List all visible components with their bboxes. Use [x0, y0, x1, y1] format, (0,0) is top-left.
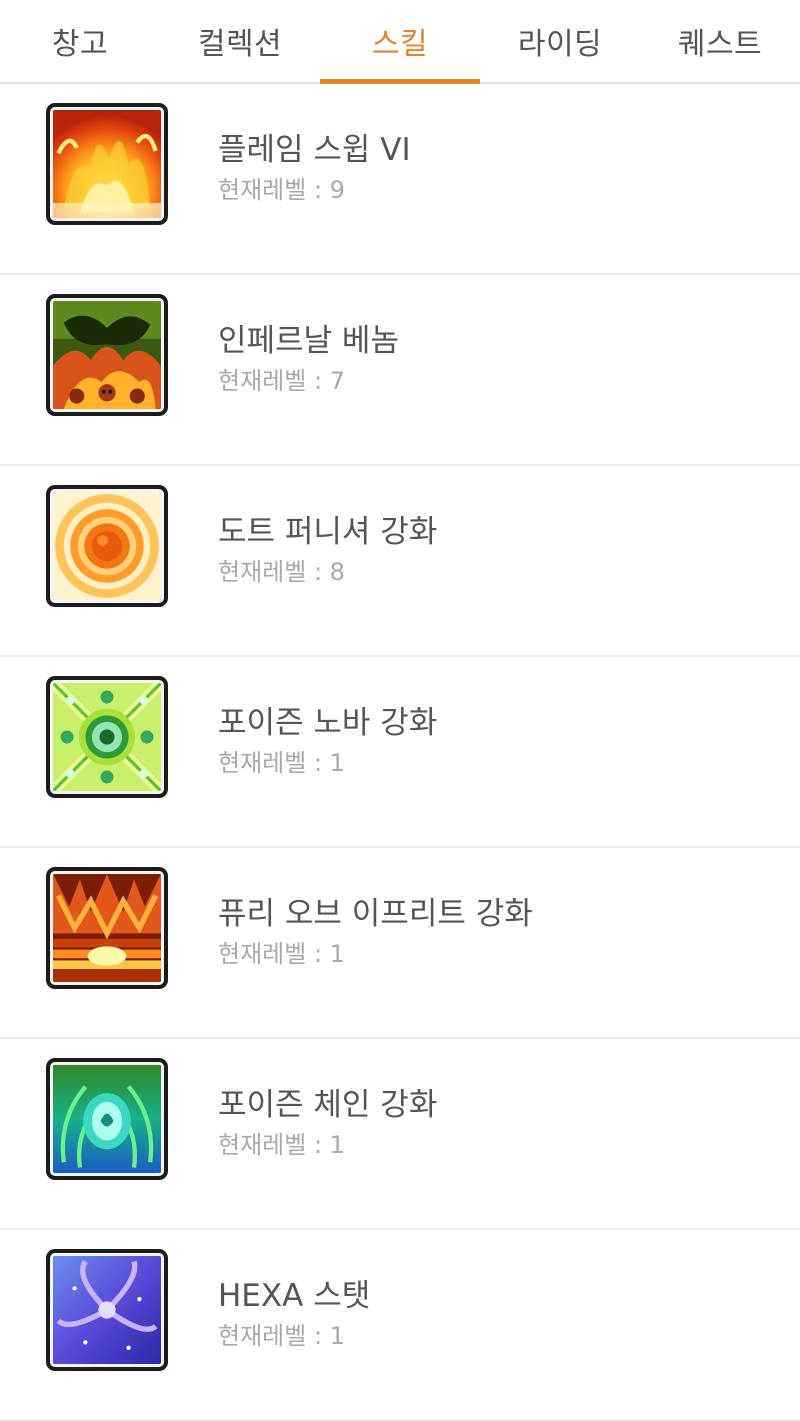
skill-name: HEXA 스탯	[218, 1278, 371, 1314]
skill-level: 현재레벨 : 1	[218, 1131, 345, 1159]
hexa-stat-icon	[46, 1249, 168, 1371]
skill-list-item[interactable]: 포이즌 체인 강화 현재레벨 : 1	[0, 1039, 800, 1230]
tab-skill[interactable]: 스킬	[320, 0, 480, 82]
skill-list-item[interactable]: 도트 퍼니셔 강화 현재레벨 : 8	[0, 466, 800, 657]
skill-level: 현재레벨 : 1	[218, 1322, 345, 1350]
poison-chain-icon	[46, 1058, 168, 1180]
skill-name: 퓨리 오브 이프리트 강화	[218, 896, 533, 932]
skill-list-item[interactable]: HEXA 스탯 현재레벨 : 1	[0, 1230, 800, 1421]
tab-bar: 창고 컬렉션 스킬 라이딩 퀘스트	[0, 0, 800, 84]
flame-sweep-icon	[46, 103, 168, 225]
skill-name: 플레임 스윕 VI	[218, 132, 411, 168]
skill-name: 인페르날 베놈	[218, 323, 399, 359]
skill-name: 포이즌 체인 강화	[218, 1087, 438, 1123]
skill-level: 현재레벨 : 1	[218, 749, 345, 777]
skill-list-item[interactable]: 인페르날 베놈 현재레벨 : 7	[0, 275, 800, 466]
skill-level: 현재레벨 : 7	[218, 367, 345, 395]
skill-name: 포이즌 노바 강화	[218, 705, 438, 741]
skill-list: 플레임 스윕 VI 현재레벨 : 9 인페르날 베놈 현재레벨: 7 도트 퍼…	[0, 84, 800, 1421]
tab-storage[interactable]: 창고	[0, 0, 160, 82]
skill-level: 현재레벨 : 9	[218, 176, 345, 204]
poison-nova-icon	[46, 676, 168, 798]
tab-collection[interactable]: 컬렉션	[160, 0, 320, 82]
dot-punisher-icon	[46, 485, 168, 607]
skill-level: 현재레벨 : 1	[218, 940, 345, 968]
tab-quest[interactable]: 퀘스트	[640, 0, 800, 82]
skill-level: 현재레벨 : 8	[218, 558, 345, 586]
skill-name: 도트 퍼니셔 강화	[218, 514, 438, 550]
skill-list-item[interactable]: 포이즌 노바 강화 현재레벨 : 1	[0, 657, 800, 848]
infernal-venom-icon	[46, 294, 168, 416]
tab-riding[interactable]: 라이딩	[480, 0, 640, 82]
skill-list-item[interactable]: 플레임 스윕 VI 현재레벨 : 9	[0, 84, 800, 275]
skill-list-item[interactable]: 퓨리 오브 이프리트 강화 현재레벨 : 1	[0, 848, 800, 1039]
fury-of-ifrit-icon	[46, 867, 168, 989]
